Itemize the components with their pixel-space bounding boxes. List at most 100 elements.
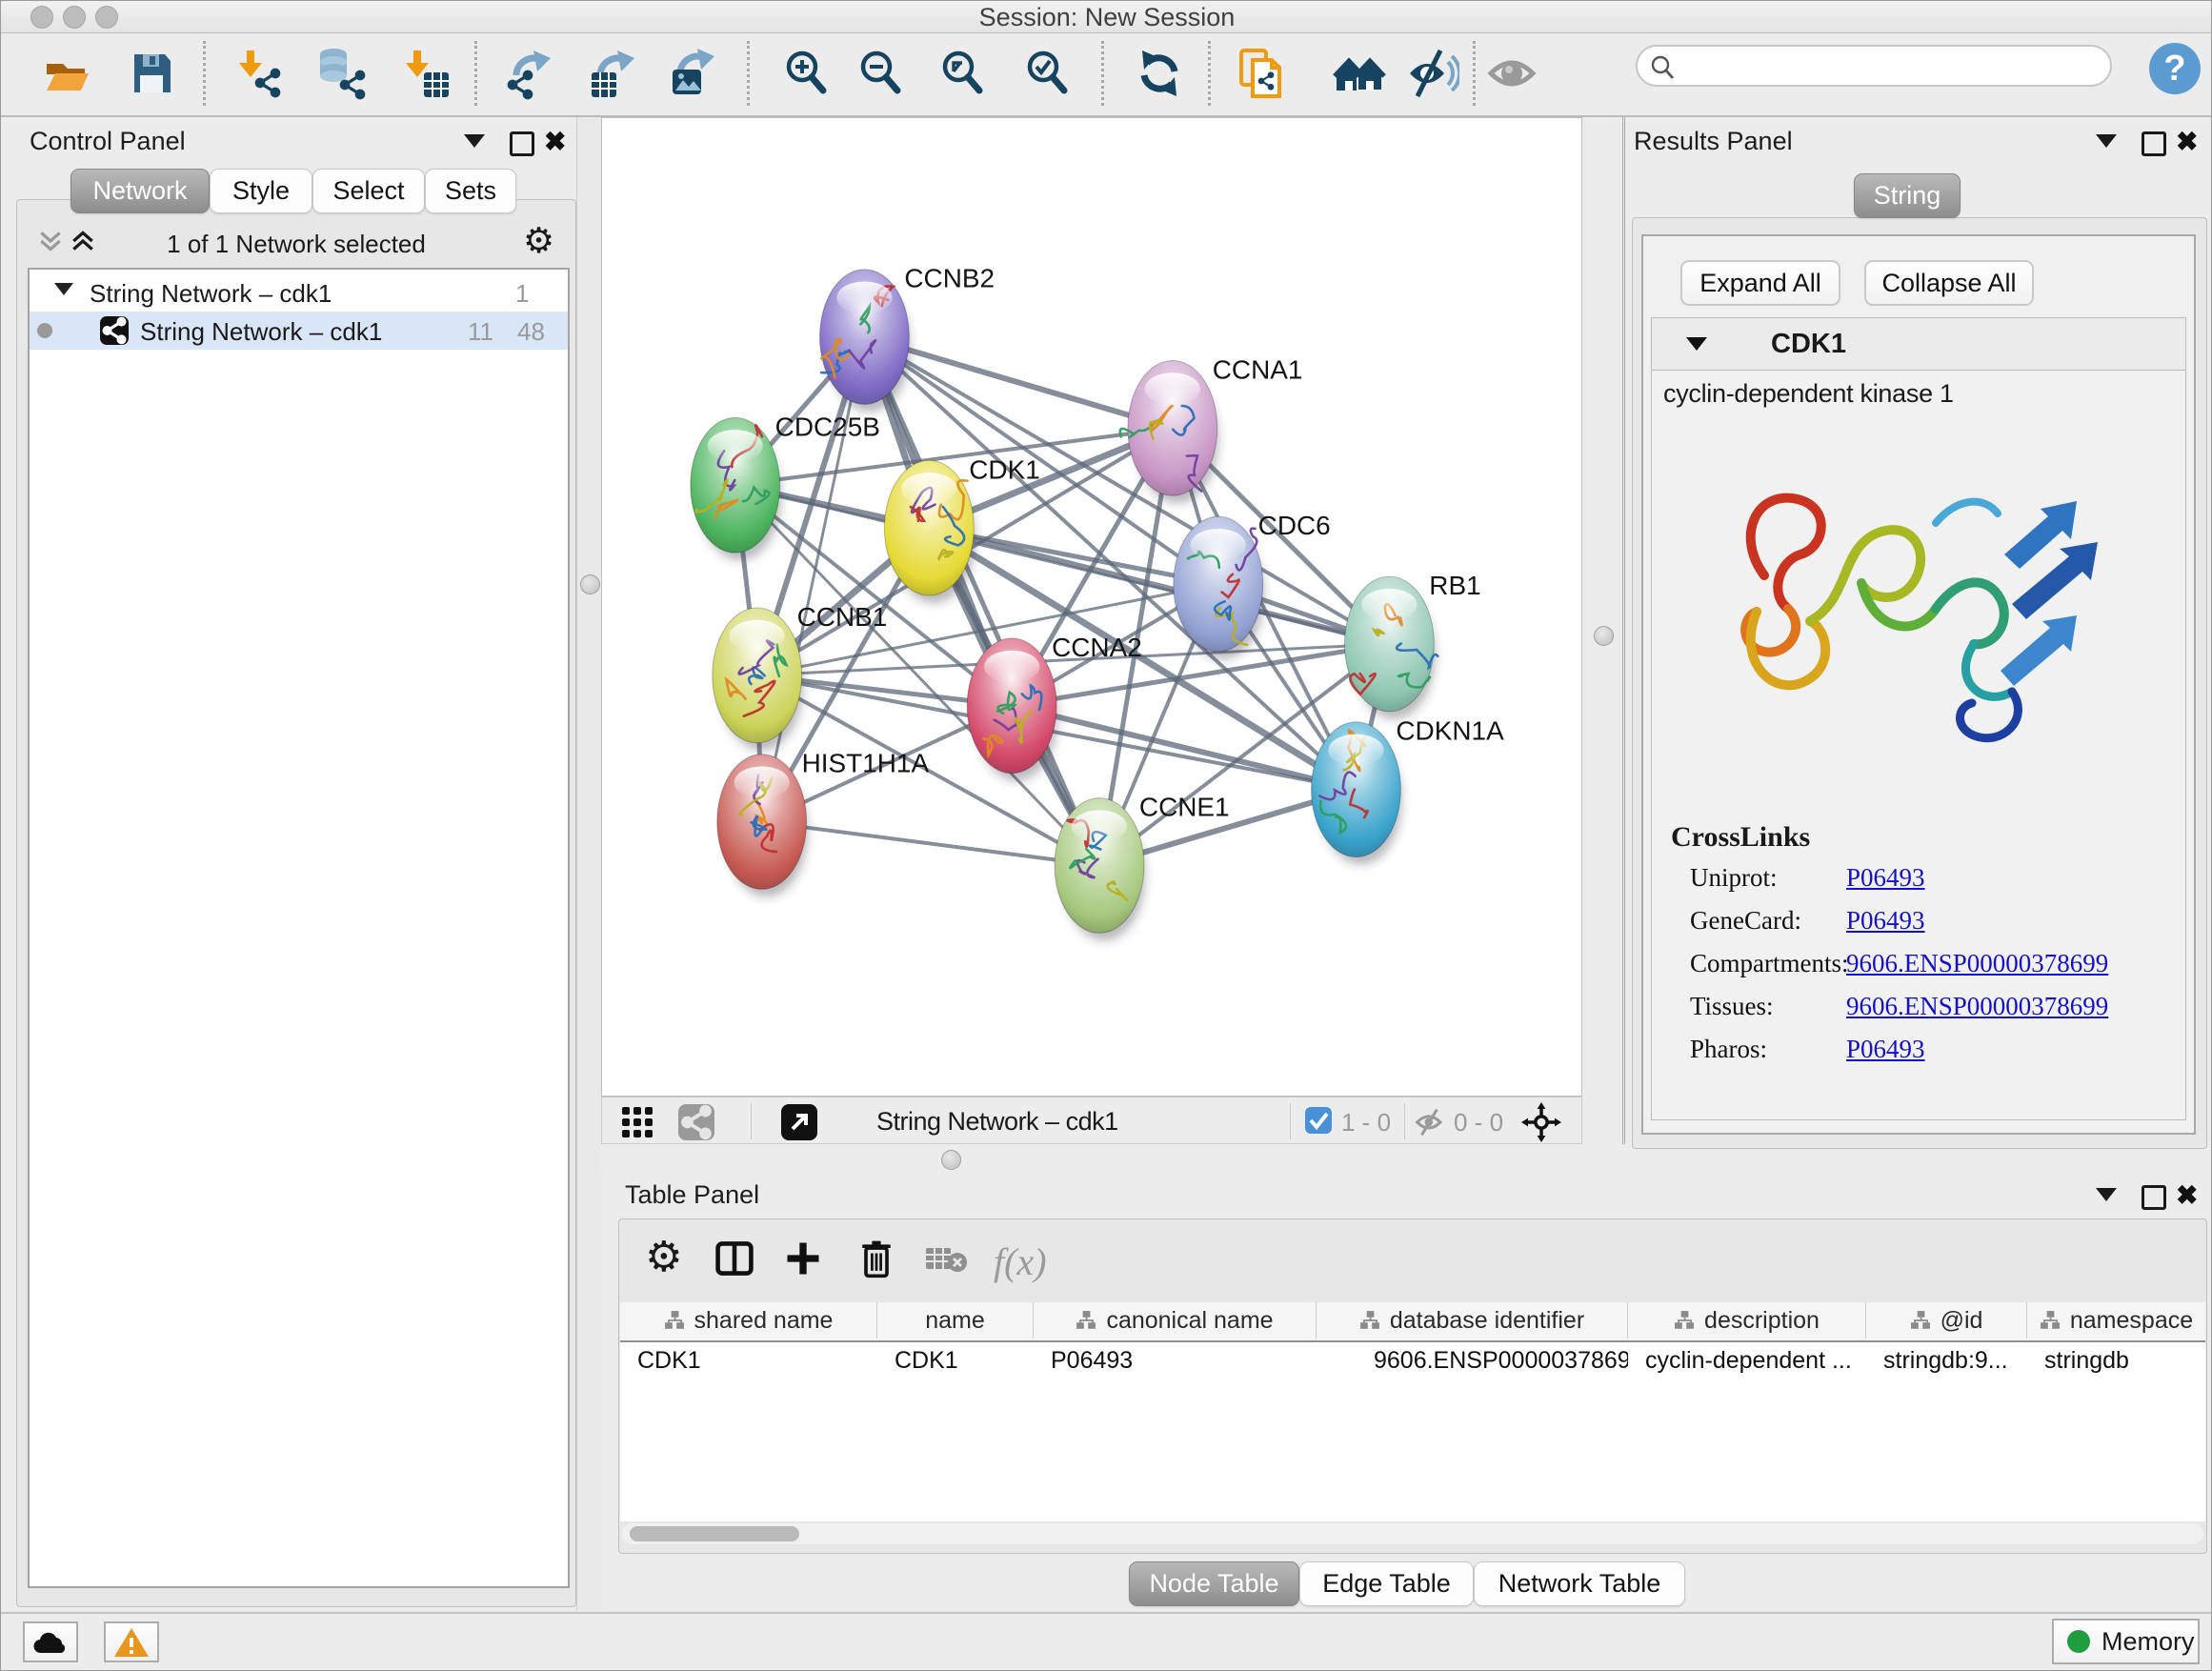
network-node-CCNB2[interactable]: CCNB2	[820, 264, 995, 413]
tree-expander-icon[interactable]	[54, 283, 73, 295]
search-input[interactable]	[1685, 50, 2099, 81]
scrollbar-thumb[interactable]	[630, 1526, 799, 1541]
column-header[interactable]: canonical name	[1034, 1302, 1317, 1339]
crosslink-compartments-link[interactable]: 9606.ENSP00000378699	[1846, 949, 2108, 978]
show-columns-icon[interactable]	[714, 1238, 755, 1279]
table-panel-float-icon[interactable]	[2142, 1185, 2166, 1210]
left-splitter-handle[interactable]	[580, 574, 600, 594]
tab-select[interactable]: Select	[312, 169, 425, 213]
network-edge-CCNA2-CDKN1A[interactable]	[1012, 706, 1356, 790]
network-canvas[interactable]: CCNB2CCNA1CDC25BCDK1CDC6RB1CCNB1CCNA2CDK…	[601, 117, 1582, 1097]
network-node-HIST1H1A[interactable]: HIST1H1A	[717, 749, 930, 897]
detach-view-icon[interactable]	[781, 1104, 817, 1140]
zoom-in-icon[interactable]	[779, 47, 833, 100]
clone-network-icon[interactable]	[1236, 47, 1289, 100]
table-panel-menu-icon[interactable]	[2096, 1188, 2117, 1201]
network-node-RB1[interactable]: RB1	[1344, 571, 1480, 719]
collapse-all-button[interactable]: Collapse All	[1864, 260, 2034, 306]
network-node-CDKN1A[interactable]: CDKN1A	[1312, 716, 1505, 865]
cell-namespace[interactable]: stringdb	[2027, 1342, 2205, 1379]
cell-description[interactable]: cyclin-dependent ...	[1628, 1342, 1866, 1379]
crosslink-tissues-link[interactable]: 9606.ENSP00000378699	[1846, 992, 2108, 1021]
memory-button[interactable]: Memory	[2052, 1619, 2200, 1664]
network-edge-CCNB2-CCNE1[interactable]	[864, 337, 1099, 866]
tab-network[interactable]: Network	[70, 169, 210, 213]
tab-sets[interactable]: Sets	[425, 169, 516, 213]
column-header[interactable]: name	[877, 1302, 1034, 1339]
tree-row-collection[interactable]: String Network – cdk1 1	[30, 275, 568, 312]
gene-card-header[interactable]: CDK1	[1652, 318, 2185, 371]
save-session-icon[interactable]	[125, 47, 178, 100]
network-share-view-icon[interactable]	[678, 1104, 714, 1140]
selected-items-checkbox-icon[interactable]	[1305, 1107, 1332, 1134]
tab-edge-table[interactable]: Edge Table	[1299, 1561, 1474, 1606]
refresh-view-icon[interactable]	[1133, 47, 1186, 100]
import-network-from-file-icon[interactable]	[231, 47, 285, 100]
grid-view-icon[interactable]	[621, 1106, 654, 1138]
right-splitter-handle[interactable]	[1594, 626, 1614, 646]
show-graphics-details-icon[interactable]	[1485, 47, 1538, 100]
cell-database-identifier[interactable]: 9606.ENSP00000378699	[1317, 1342, 1628, 1379]
tab-node-table[interactable]: Node Table	[1129, 1561, 1299, 1606]
help-icon[interactable]: ?	[2149, 43, 2201, 94]
tree-row-network[interactable]: String Network – cdk1 11 48	[30, 312, 568, 350]
export-network-icon[interactable]	[503, 47, 556, 100]
zoom-out-icon[interactable]	[854, 47, 907, 100]
network-node-CDC6[interactable]: CDC6	[1174, 511, 1331, 659]
column-header[interactable]: database identifier	[1317, 1302, 1628, 1339]
tab-style[interactable]: Style	[210, 169, 312, 213]
import-table-from-file-icon[interactable]	[398, 47, 452, 100]
horizontal-splitter-handle[interactable]	[941, 1150, 961, 1170]
crosslink-genecard-link[interactable]: P06493	[1846, 906, 1925, 936]
results-panel-float-icon[interactable]	[2142, 131, 2166, 156]
hide-graphics-details-icon[interactable]	[1406, 47, 1459, 100]
cell-name[interactable]: CDK1	[877, 1342, 1034, 1379]
delete-table-icon[interactable]	[925, 1243, 969, 1276]
table-horizontal-scrollbar[interactable]	[622, 1523, 2203, 1544]
tab-network-table[interactable]: Network Table	[1474, 1561, 1685, 1606]
function-builder-icon[interactable]: f(x)	[994, 1239, 1047, 1284]
delete-column-icon[interactable]	[856, 1238, 896, 1279]
birds-eye-view-icon[interactable]	[1521, 1102, 1561, 1142]
zoom-fit-content-icon[interactable]	[935, 47, 989, 100]
table-panel-close-icon[interactable]: ✖	[2176, 1185, 2198, 1206]
tab-string[interactable]: String	[1854, 173, 1961, 218]
show-home-icon[interactable]	[1333, 47, 1386, 100]
network-edge-CCNB2-CCNA1[interactable]	[864, 337, 1172, 429]
table-row[interactable]: CDK1 CDK1 P06493 9606.ENSP00000378699 cy…	[620, 1342, 2205, 1380]
create-column-icon[interactable]	[782, 1238, 824, 1279]
warnings-button[interactable]	[104, 1621, 159, 1662]
cell-shared-name[interactable]: CDK1	[620, 1342, 877, 1379]
import-network-from-database-icon[interactable]	[314, 47, 368, 100]
network-node-CCNA1[interactable]: CCNA1	[1120, 354, 1303, 503]
column-header[interactable]: @id	[1866, 1302, 2027, 1339]
hidden-items-icon[interactable]	[1414, 1106, 1446, 1138]
collapse-section-icon[interactable]	[1686, 337, 1707, 351]
crosslink-uniprot-link[interactable]: P06493	[1846, 863, 1925, 893]
export-table-icon[interactable]	[587, 47, 640, 100]
column-header[interactable]: namespace	[2027, 1302, 2205, 1339]
network-node-CCNE1[interactable]: CCNE1	[1055, 793, 1230, 941]
network-node-CCNB1[interactable]: CCNB1	[713, 602, 888, 751]
cell-id[interactable]: stringdb:9...	[1866, 1342, 2027, 1379]
control-panel-float-icon[interactable]	[510, 131, 534, 156]
control-panel-close-icon[interactable]: ✖	[544, 131, 566, 152]
control-panel-menu-icon[interactable]	[464, 134, 485, 148]
column-header[interactable]: shared name	[620, 1302, 877, 1339]
cloud-services-button[interactable]	[23, 1621, 78, 1662]
network-edge-HIST1H1A-CCNE1[interactable]	[762, 822, 1099, 866]
collapse-all-tree-icon[interactable]	[37, 228, 64, 254]
table-options-gear-icon[interactable]: ⚙	[645, 1237, 682, 1278]
export-image-icon[interactable]	[667, 47, 720, 100]
crosslink-pharos-link[interactable]: P06493	[1846, 1035, 1925, 1064]
network-options-gear-icon[interactable]: ⚙	[523, 223, 554, 258]
results-panel-close-icon[interactable]: ✖	[2176, 131, 2198, 152]
expand-all-button[interactable]: Expand All	[1680, 260, 1840, 306]
open-file-icon[interactable]	[39, 47, 92, 100]
zoom-selected-icon[interactable]	[1020, 47, 1074, 100]
column-header[interactable]: description	[1628, 1302, 1866, 1339]
results-panel-menu-icon[interactable]	[2096, 134, 2117, 148]
search-field[interactable]	[1636, 45, 2112, 87]
left-splitter[interactable]	[576, 117, 602, 1611]
cell-canonical-name[interactable]: P06493	[1034, 1342, 1317, 1379]
